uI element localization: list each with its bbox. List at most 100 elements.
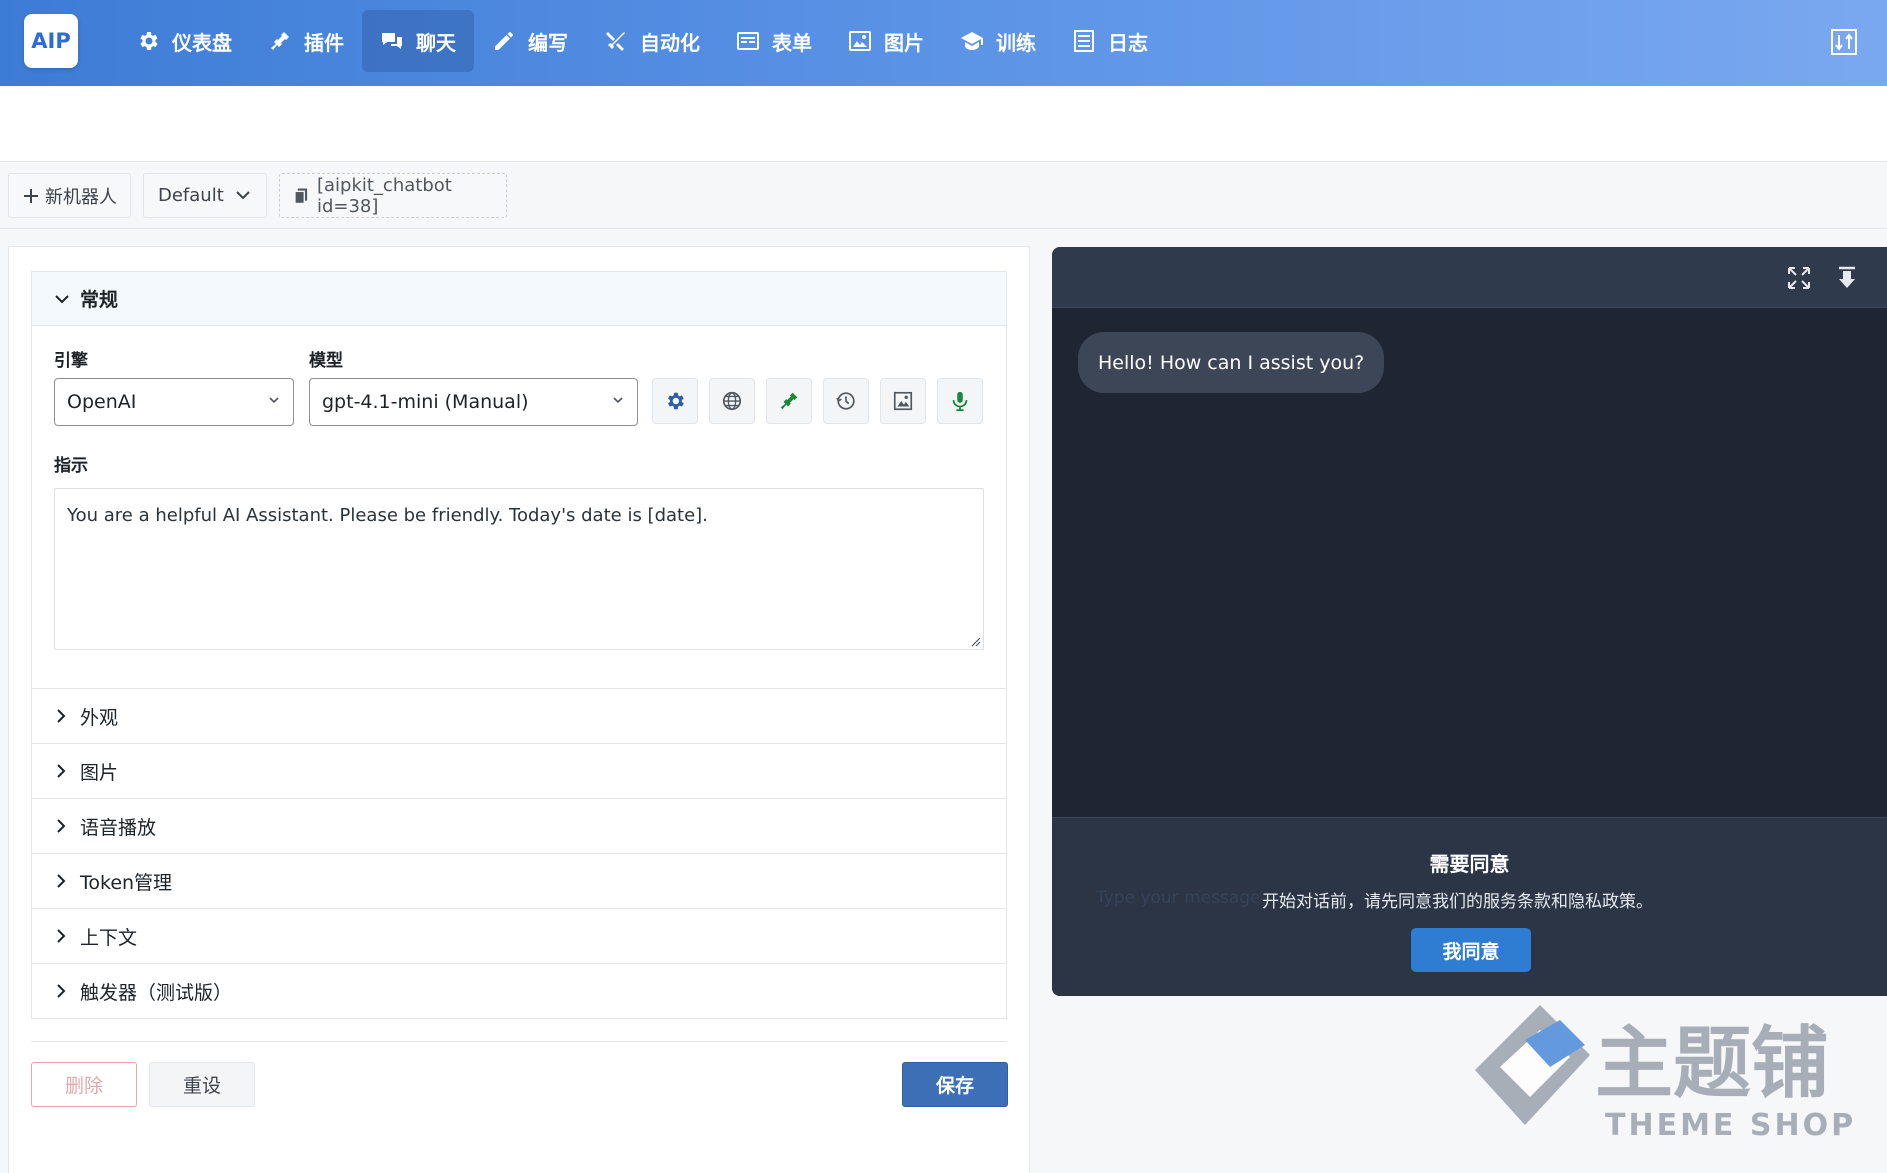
engine-select[interactable]: OpenAI bbox=[54, 378, 294, 426]
nav-label: 插件 bbox=[304, 30, 344, 55]
nav-item-chat[interactable]: 聊天 bbox=[362, 10, 474, 72]
nav-item-write[interactable]: 编写 bbox=[474, 10, 586, 72]
nav-item-logs[interactable]: 日志 bbox=[1054, 10, 1166, 72]
reset-button[interactable]: 重设 bbox=[149, 1062, 255, 1107]
chat-preview: Hello! How can I assist you? 需要同意 Type y… bbox=[1052, 247, 1887, 996]
chevron-right-icon bbox=[57, 709, 66, 723]
section-label: 外观 bbox=[80, 706, 119, 729]
plug-icon bbox=[271, 32, 289, 50]
tools-icon bbox=[606, 32, 625, 51]
sort-toggle-icon[interactable] bbox=[1831, 29, 1857, 55]
fullscreen-icon[interactable] bbox=[1786, 265, 1812, 291]
chevron-right-icon bbox=[57, 929, 66, 943]
engine-value: OpenAI bbox=[67, 391, 137, 413]
graduation-cap-icon bbox=[961, 32, 983, 50]
engine-label: 引擎 bbox=[54, 351, 88, 371]
model-select[interactable]: gpt-4.1-mini (Manual) bbox=[309, 378, 638, 426]
globe-icon bbox=[722, 391, 742, 411]
pencil-icon bbox=[495, 32, 513, 50]
image-upload-button[interactable] bbox=[880, 378, 926, 424]
nav-item-automation[interactable]: 自动化 bbox=[586, 10, 718, 72]
chevron-right-icon bbox=[57, 874, 66, 888]
chevron-right-icon bbox=[57, 764, 66, 778]
web-search-button[interactable] bbox=[709, 378, 755, 424]
model-settings-button[interactable] bbox=[652, 378, 698, 424]
section-label: 触发器（测试版） bbox=[80, 981, 233, 1004]
actions-divider bbox=[31, 1041, 1007, 1042]
image-icon bbox=[849, 31, 871, 51]
plugin-button[interactable] bbox=[766, 378, 812, 424]
chevron-down-icon bbox=[269, 397, 279, 404]
model-value: gpt-4.1-mini (Manual) bbox=[322, 391, 529, 413]
section-label: 语音播放 bbox=[80, 816, 157, 839]
nav-label: 图片 bbox=[884, 30, 924, 55]
history-button[interactable] bbox=[823, 378, 869, 424]
microphone-icon bbox=[952, 391, 968, 412]
model-label: 模型 bbox=[309, 351, 343, 371]
app-logo[interactable]: AIP bbox=[24, 14, 78, 68]
nav-label: 日志 bbox=[1108, 30, 1148, 55]
instructions-value: You are a helpful AI Assistant. Please b… bbox=[67, 505, 708, 526]
instructions-textarea[interactable]: You are a helpful AI Assistant. Please b… bbox=[54, 488, 984, 650]
section-context[interactable]: 上下文 bbox=[32, 908, 1006, 963]
section-general-body: 引擎 模型 OpenAI gpt-4.1-mini (Manual) 指示 Yo… bbox=[32, 326, 1006, 688]
gear-icon bbox=[668, 392, 684, 410]
nav-label: 训练 bbox=[996, 30, 1036, 55]
message-input-placeholder: Type your message bbox=[1096, 888, 1261, 908]
nav-item-images[interactable]: 图片 bbox=[830, 10, 942, 72]
chevron-down-icon bbox=[236, 191, 250, 200]
watermark-subtitle: THEME SHOP bbox=[1605, 1108, 1856, 1143]
watermark-title: 主题铺 bbox=[1595, 1019, 1829, 1109]
consent-overlay: 需要同意 Type your message 开始对话前，请先同意我们的服务条款… bbox=[1052, 817, 1887, 996]
top-navigation-bar: AIP 仪表盘 插件 聊天 编写 自动化 表单 图片 训练 日志 bbox=[0, 0, 1887, 86]
settings-accordion: 常规 引擎 模型 OpenAI gpt-4.1-mini (Manual) 指示… bbox=[31, 271, 1007, 1019]
resize-handle-icon[interactable] bbox=[969, 635, 981, 647]
bot-message-bubble: Hello! How can I assist you? bbox=[1078, 332, 1385, 393]
save-button[interactable]: 保存 bbox=[902, 1062, 1008, 1107]
chevron-down-icon bbox=[55, 294, 69, 303]
list-icon bbox=[1074, 30, 1094, 52]
section-label: 图片 bbox=[80, 761, 119, 784]
consent-agree-button[interactable]: 我同意 bbox=[1411, 928, 1531, 972]
new-bot-label: 新机器人 bbox=[45, 186, 117, 208]
section-general-title: 常规 bbox=[80, 289, 119, 311]
nav-label: 表单 bbox=[772, 30, 812, 55]
section-triggers[interactable]: 触发器（测试版） bbox=[32, 963, 1006, 1018]
section-label: Token管理 bbox=[80, 871, 173, 894]
chatbot-toolbar: 新机器人 Default [aipkit_chatbot id=38] bbox=[0, 163, 1887, 229]
copy-icon bbox=[294, 188, 308, 204]
bot-selector-value: Default bbox=[158, 185, 224, 206]
history-icon bbox=[836, 392, 855, 410]
nav-item-training[interactable]: 训练 bbox=[942, 10, 1054, 72]
instructions-label: 指示 bbox=[54, 456, 88, 476]
plus-icon bbox=[24, 188, 38, 203]
bot-selector[interactable]: Default bbox=[143, 173, 267, 218]
chevron-right-icon bbox=[57, 819, 66, 833]
chevron-right-icon bbox=[57, 984, 66, 998]
theme-shop-watermark: 主题铺 THEME SHOP bbox=[1475, 1005, 1856, 1143]
consent-text: 开始对话前，请先同意我们的服务条款和隐私政策。 bbox=[1262, 892, 1653, 912]
image-icon bbox=[893, 391, 913, 411]
section-general-header[interactable]: 常规 bbox=[32, 272, 1006, 326]
delete-button[interactable]: 删除 bbox=[31, 1062, 137, 1107]
nav-label: 仪表盘 bbox=[172, 30, 232, 55]
download-icon[interactable] bbox=[1834, 265, 1860, 291]
section-appearance[interactable]: 外观 bbox=[32, 688, 1006, 743]
voice-input-button[interactable] bbox=[937, 378, 983, 424]
nav-item-plugins[interactable]: 插件 bbox=[250, 10, 362, 72]
nav-item-dashboard[interactable]: 仪表盘 bbox=[118, 10, 250, 72]
section-images[interactable]: 图片 bbox=[32, 743, 1006, 798]
section-voice-playback[interactable]: 语音播放 bbox=[32, 798, 1006, 853]
chat-icon bbox=[382, 33, 402, 49]
chevron-down-icon bbox=[613, 397, 623, 404]
sub-header bbox=[0, 86, 1887, 162]
nav-item-forms[interactable]: 表单 bbox=[718, 10, 830, 72]
consent-title: 需要同意 bbox=[1429, 852, 1510, 876]
section-label: 上下文 bbox=[80, 926, 138, 949]
section-token-management[interactable]: Token管理 bbox=[32, 853, 1006, 908]
new-bot-button[interactable]: 新机器人 bbox=[8, 173, 131, 218]
settings-panel: 常规 引擎 模型 OpenAI gpt-4.1-mini (Manual) 指示… bbox=[8, 246, 1030, 1173]
form-icon bbox=[737, 32, 759, 50]
nav-label: 聊天 bbox=[416, 30, 456, 55]
shortcode-copy[interactable]: [aipkit_chatbot id=38] bbox=[279, 173, 507, 218]
